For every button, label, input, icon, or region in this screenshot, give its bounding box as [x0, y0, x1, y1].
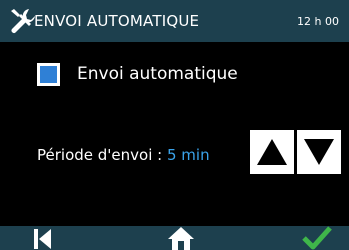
decrease-button[interactable] [297, 130, 341, 174]
triangle-down-icon [304, 139, 334, 165]
back-icon[interactable] [34, 229, 52, 249]
clock-text: 12 h 00 [297, 15, 339, 28]
period-value: 5 min [166, 146, 210, 164]
triangle-up-icon [257, 139, 287, 165]
period-row: Période d'envoi : 5 min [37, 146, 210, 164]
auto-send-checkbox[interactable] [37, 63, 60, 86]
header-bar: ENVOI AUTOMATIQUE 12 h 00 [0, 0, 349, 42]
home-icon[interactable] [168, 227, 194, 250]
footer-bar [0, 226, 349, 250]
period-label: Période d'envoi : [37, 146, 163, 164]
checkbox-checked-fill [40, 66, 57, 83]
page-title: ENVOI AUTOMATIQUE [34, 12, 200, 30]
auto-send-label: Envoi automatique [77, 64, 238, 84]
increase-button[interactable] [250, 130, 294, 174]
checkmark-icon[interactable] [302, 226, 332, 250]
